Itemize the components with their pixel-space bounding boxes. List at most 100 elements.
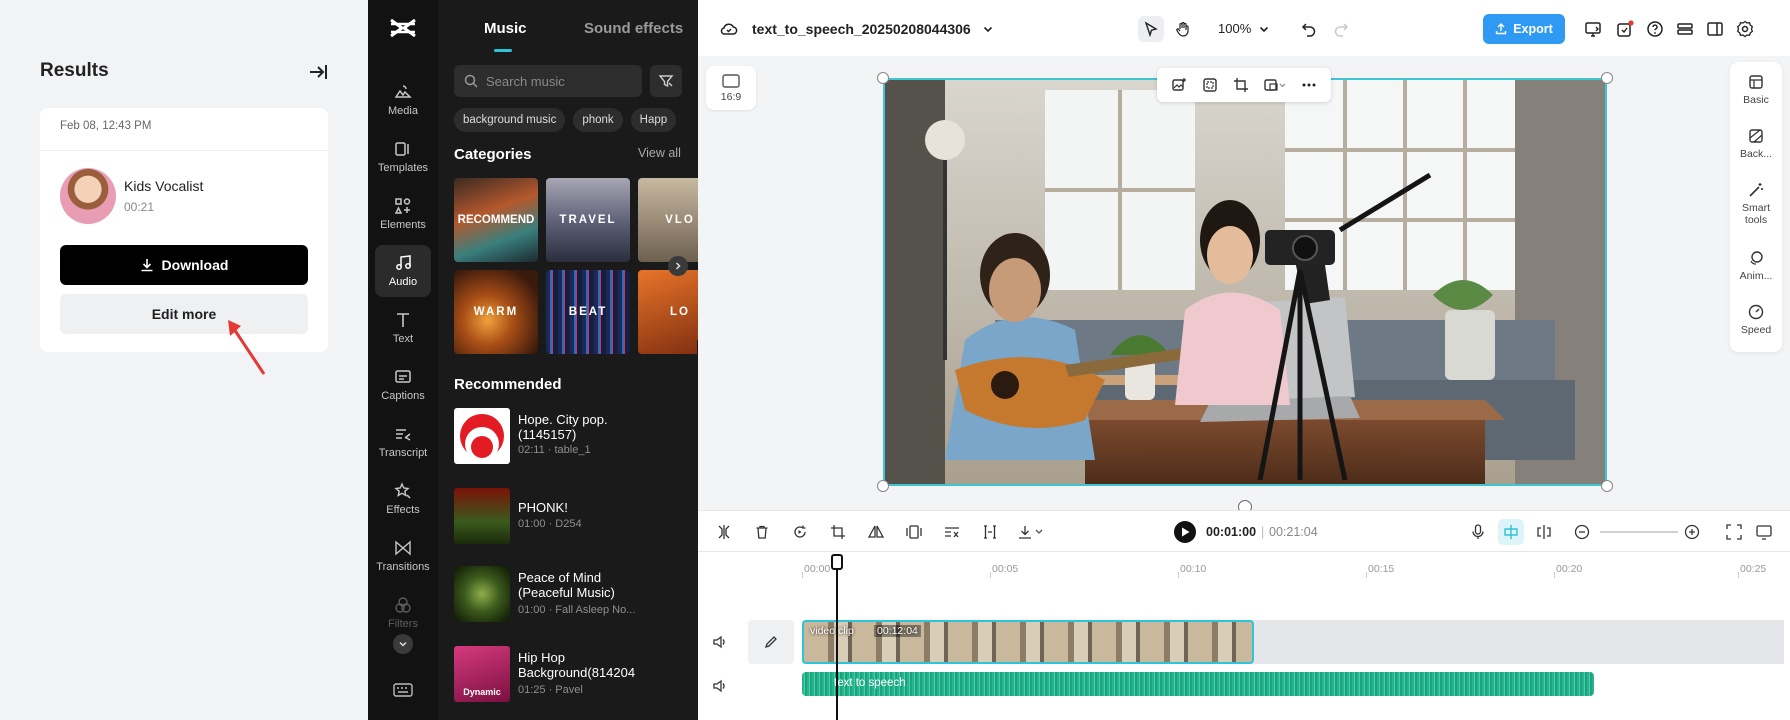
replace-media-icon[interactable]: [1264, 77, 1286, 93]
aspect-ratio-button[interactable]: 16:9: [706, 66, 756, 110]
speed-adjust-icon[interactable]: [942, 522, 962, 542]
zoom-level[interactable]: 100%: [1218, 21, 1251, 36]
cover-edit-button[interactable]: [748, 620, 794, 664]
loop-replay-icon[interactable]: [790, 522, 810, 542]
panel-smart-tools[interactable]: Smart tools: [1730, 182, 1782, 226]
audio-clip[interactable]: text to speech: [802, 672, 1594, 696]
tab-music[interactable]: Music: [484, 20, 527, 37]
fit-frame-icon[interactable]: [1202, 77, 1218, 93]
nav-label: Effects: [386, 504, 420, 516]
track-item[interactable]: PHONK! 01:00 · D254: [454, 488, 694, 544]
zoom-chevron-down-icon[interactable]: [1251, 16, 1277, 42]
notifications-icon[interactable]: [1612, 16, 1638, 42]
playhead-handle[interactable]: [831, 554, 843, 570]
nav-effects[interactable]: Effects: [375, 473, 431, 525]
chip-happy[interactable]: Happ: [630, 108, 677, 132]
nav-templates[interactable]: Templates: [375, 131, 431, 183]
category-recommend[interactable]: RECOMMEND: [454, 178, 538, 262]
category-travel[interactable]: TRAVEL: [546, 178, 630, 262]
track-item[interactable]: Dynamic Hip Hop Background(814204 01:25 …: [454, 646, 694, 702]
present-screen-icon[interactable]: [1580, 16, 1606, 42]
playhead[interactable]: [836, 556, 838, 720]
auto-snap-icon[interactable]: [1498, 519, 1524, 545]
replace-image-icon[interactable]: [1171, 77, 1187, 93]
project-menu-chevron-down-icon[interactable]: [975, 16, 1001, 42]
nav-more-chevron-down-icon[interactable]: [393, 634, 413, 654]
layout-panel-icon[interactable]: [1702, 16, 1728, 42]
nav-media[interactable]: Media: [375, 74, 431, 126]
aspect-ratio-icon: [722, 73, 740, 88]
flip-mirror-icon[interactable]: [866, 522, 886, 542]
crop-icon[interactable]: [1233, 77, 1249, 93]
nav-text[interactable]: Text: [375, 302, 431, 354]
hand-pan-icon[interactable]: [1170, 16, 1196, 42]
resize-handle-top-left[interactable]: [877, 72, 889, 84]
video-clip[interactable]: video clip 00:12:04: [802, 620, 1254, 664]
delete-trash-icon[interactable]: [752, 522, 772, 542]
panel-animation[interactable]: Anim...: [1730, 250, 1782, 282]
settings-gear-icon[interactable]: [1732, 16, 1758, 42]
video-preview-canvas[interactable]: [883, 78, 1607, 486]
undo-icon[interactable]: [1296, 16, 1322, 42]
nav-captions[interactable]: Captions: [375, 359, 431, 411]
trim-icon[interactable]: [980, 522, 1000, 542]
collapse-panel-icon[interactable]: [306, 62, 330, 82]
preview-monitor-icon[interactable]: [1754, 522, 1774, 542]
chip-phonk[interactable]: phonk: [573, 108, 623, 132]
tab-sound-effects[interactable]: Sound effects: [584, 20, 683, 37]
search-input[interactable]: [486, 73, 626, 89]
chip-background-music[interactable]: background music: [454, 108, 566, 132]
edit-more-label: Edit more: [151, 306, 217, 322]
zoom-in-icon[interactable]: [1682, 522, 1702, 542]
panel-basic[interactable]: Basic: [1730, 74, 1782, 106]
microphone-icon[interactable]: [1468, 522, 1488, 542]
track-meta: 01:00 · Fall Asleep No...: [518, 604, 636, 616]
edit-more-button[interactable]: Edit more: [60, 294, 308, 334]
help-icon[interactable]: [1642, 16, 1668, 42]
filter-button[interactable]: [650, 65, 682, 97]
category-lofi[interactable]: LO: [638, 270, 698, 354]
cloud-sync-icon[interactable]: [716, 16, 742, 42]
crop-tool-icon[interactable]: [828, 522, 848, 542]
nav-elements[interactable]: Elements: [375, 188, 431, 240]
more-options-icon[interactable]: [1301, 77, 1317, 93]
category-label: TRAVEL: [559, 214, 617, 226]
zoom-out-icon[interactable]: [1572, 522, 1592, 542]
play-button[interactable]: [1174, 521, 1196, 543]
select-pointer-icon[interactable]: [1138, 16, 1164, 42]
category-beat[interactable]: BEAT: [546, 270, 630, 354]
storage-icon[interactable]: [1672, 16, 1698, 42]
download-dropdown-icon[interactable]: [1016, 522, 1046, 542]
search-box[interactable]: [454, 65, 642, 97]
project-title[interactable]: text_to_speech_20250208044306: [752, 21, 971, 37]
timeline-zoom-slider[interactable]: [1600, 531, 1678, 533]
redo-icon[interactable]: [1328, 16, 1354, 42]
resize-handle-bottom-right[interactable]: [1601, 480, 1613, 492]
nav-transitions[interactable]: Transitions: [375, 530, 431, 582]
audio-track-volume-icon[interactable]: [710, 676, 730, 696]
fit-timeline-icon[interactable]: [1724, 522, 1744, 542]
capcut-logo-icon[interactable]: [388, 16, 418, 40]
nav-filters[interactable]: Filters: [375, 587, 431, 639]
category-vlog[interactable]: VLO: [638, 178, 698, 262]
view-all-link[interactable]: View all: [638, 146, 681, 160]
nav-transcript[interactable]: Transcript: [375, 416, 431, 468]
panel-speed[interactable]: Speed: [1730, 304, 1782, 336]
panel-label: Speed: [1740, 324, 1772, 336]
categories-next-chevron-right-icon[interactable]: [668, 256, 688, 276]
resize-handle-top-right[interactable]: [1601, 72, 1613, 84]
freeze-frame-icon[interactable]: [904, 522, 924, 542]
split-icon[interactable]: [714, 522, 734, 542]
nav-audio[interactable]: Audio: [375, 245, 431, 297]
video-track-volume-icon[interactable]: [710, 632, 730, 652]
resize-handle-bottom-left[interactable]: [877, 480, 889, 492]
keyboard-icon[interactable]: [393, 682, 413, 698]
panel-background[interactable]: Back...: [1730, 128, 1782, 160]
timeline-ruler[interactable]: 00:00 00:05 00:10 00:15 00:20 00:25: [698, 552, 1790, 578]
export-button[interactable]: Export: [1483, 14, 1565, 44]
category-warm[interactable]: WARM: [454, 270, 538, 354]
track-item[interactable]: Hope. City pop.(1145157) 02:11 · table_1: [454, 408, 694, 464]
link-split-icon[interactable]: [1534, 522, 1554, 542]
download-button[interactable]: Download: [60, 245, 308, 285]
track-item[interactable]: Peace of Mind (Peaceful Music) 01:00 · F…: [454, 566, 694, 622]
